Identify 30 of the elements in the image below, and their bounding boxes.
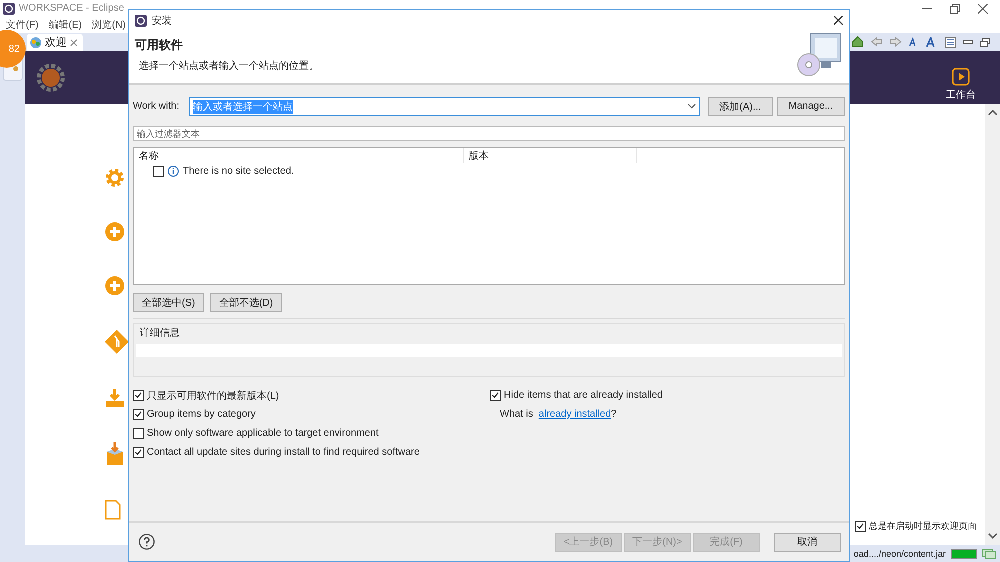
menu-item[interactable]: 文件(F) bbox=[6, 18, 39, 32]
table-cell: There is no site selected. bbox=[183, 166, 294, 177]
filter-field[interactable]: 输入过滤器文本 bbox=[133, 126, 845, 141]
select-button[interactable]: 全部不选(D) bbox=[210, 293, 282, 312]
checkbox-label: Show only software applicable to target environment bbox=[147, 428, 379, 439]
page-heading: 可用软件 bbox=[135, 37, 184, 54]
select-button[interactable]: 全部选中(S) bbox=[133, 293, 204, 312]
group-label: 详细信息 bbox=[140, 326, 181, 340]
checkbox-label: Contact all update sites during install to find required software bbox=[147, 447, 420, 458]
workbench-button[interactable]: 工作台 bbox=[946, 68, 976, 102]
menu-item[interactable]: 浏览(N) bbox=[92, 18, 126, 32]
column-header[interactable]: 名称 bbox=[134, 148, 464, 163]
checkbox-label: 只显示可用软件的最新版本(L) bbox=[147, 390, 280, 402]
help-text: What is already installed? bbox=[500, 408, 618, 422]
page-description: 选择一个站点或者输入一个站点的位置。 bbox=[139, 60, 319, 73]
manage-button[interactable]: Manage... bbox=[777, 97, 845, 116]
menu-item[interactable]: 编辑(E) bbox=[48, 18, 82, 32]
checkbox-label: Group items by category bbox=[147, 409, 256, 420]
status-text: oad..../neon/content.jar bbox=[854, 548, 946, 558]
welcome-tab[interactable]: 欢迎 bbox=[27, 34, 83, 51]
field-label: Work with: bbox=[133, 101, 180, 112]
checkbox-label: Hide items that are already installed bbox=[504, 390, 663, 401]
window-title: WORKSPACE - Eclipse bbox=[19, 3, 124, 14]
add-button[interactable]: 添加(A)... bbox=[708, 97, 773, 116]
checkbox-label: 总是在启动时显示欢迎页面 bbox=[869, 520, 977, 533]
already-installed-link[interactable]: already installed bbox=[538, 409, 612, 420]
dialog-title: 安装 bbox=[152, 14, 172, 28]
notification-badge: 82 bbox=[0, 30, 26, 68]
column-header[interactable]: 版本 bbox=[464, 148, 637, 163]
wizard-button[interactable]: 取消 bbox=[774, 532, 841, 552]
